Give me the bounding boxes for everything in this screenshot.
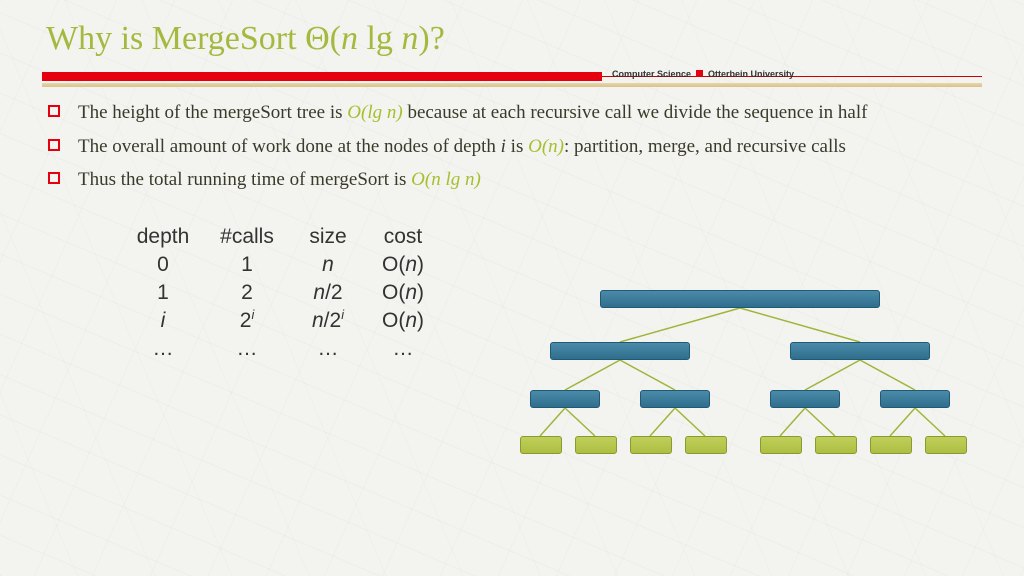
tree-node [640,390,710,408]
tree-leaf [870,436,912,454]
table-row: 0 1 n O(n) [122,251,980,279]
tree-leaf [575,436,617,454]
slide: Why is MergeSort Θ(n lg n)? Computer Sci… [0,0,1024,576]
tree-node [790,342,930,360]
tree-leaf [630,436,672,454]
tree-leaf [520,436,562,454]
tree-node [770,390,840,408]
header-label: Computer ScienceOtterbein University [612,70,794,79]
recursion-tree-diagram [500,290,980,490]
tree-node [880,390,950,408]
tree-node [530,390,600,408]
header-rule: Computer ScienceOtterbein University [42,72,982,86]
tree-leaf [925,436,967,454]
tree-leaf [685,436,727,454]
bullet-2: The overall amount of work done at the n… [44,134,980,168]
bullet-3: Thus the total running time of mergeSort… [44,167,980,201]
tree-node [600,290,880,308]
slide-title: Why is MergeSort Θ(n lg n)? [46,20,980,58]
bullet-1: The height of the mergeSort tree is O(lg… [44,100,980,134]
table-header: depth #calls size cost [122,223,980,251]
tree-node [550,342,690,360]
bullet-list: The height of the mergeSort tree is O(lg… [44,100,980,201]
tree-leaf [815,436,857,454]
tree-leaf [760,436,802,454]
